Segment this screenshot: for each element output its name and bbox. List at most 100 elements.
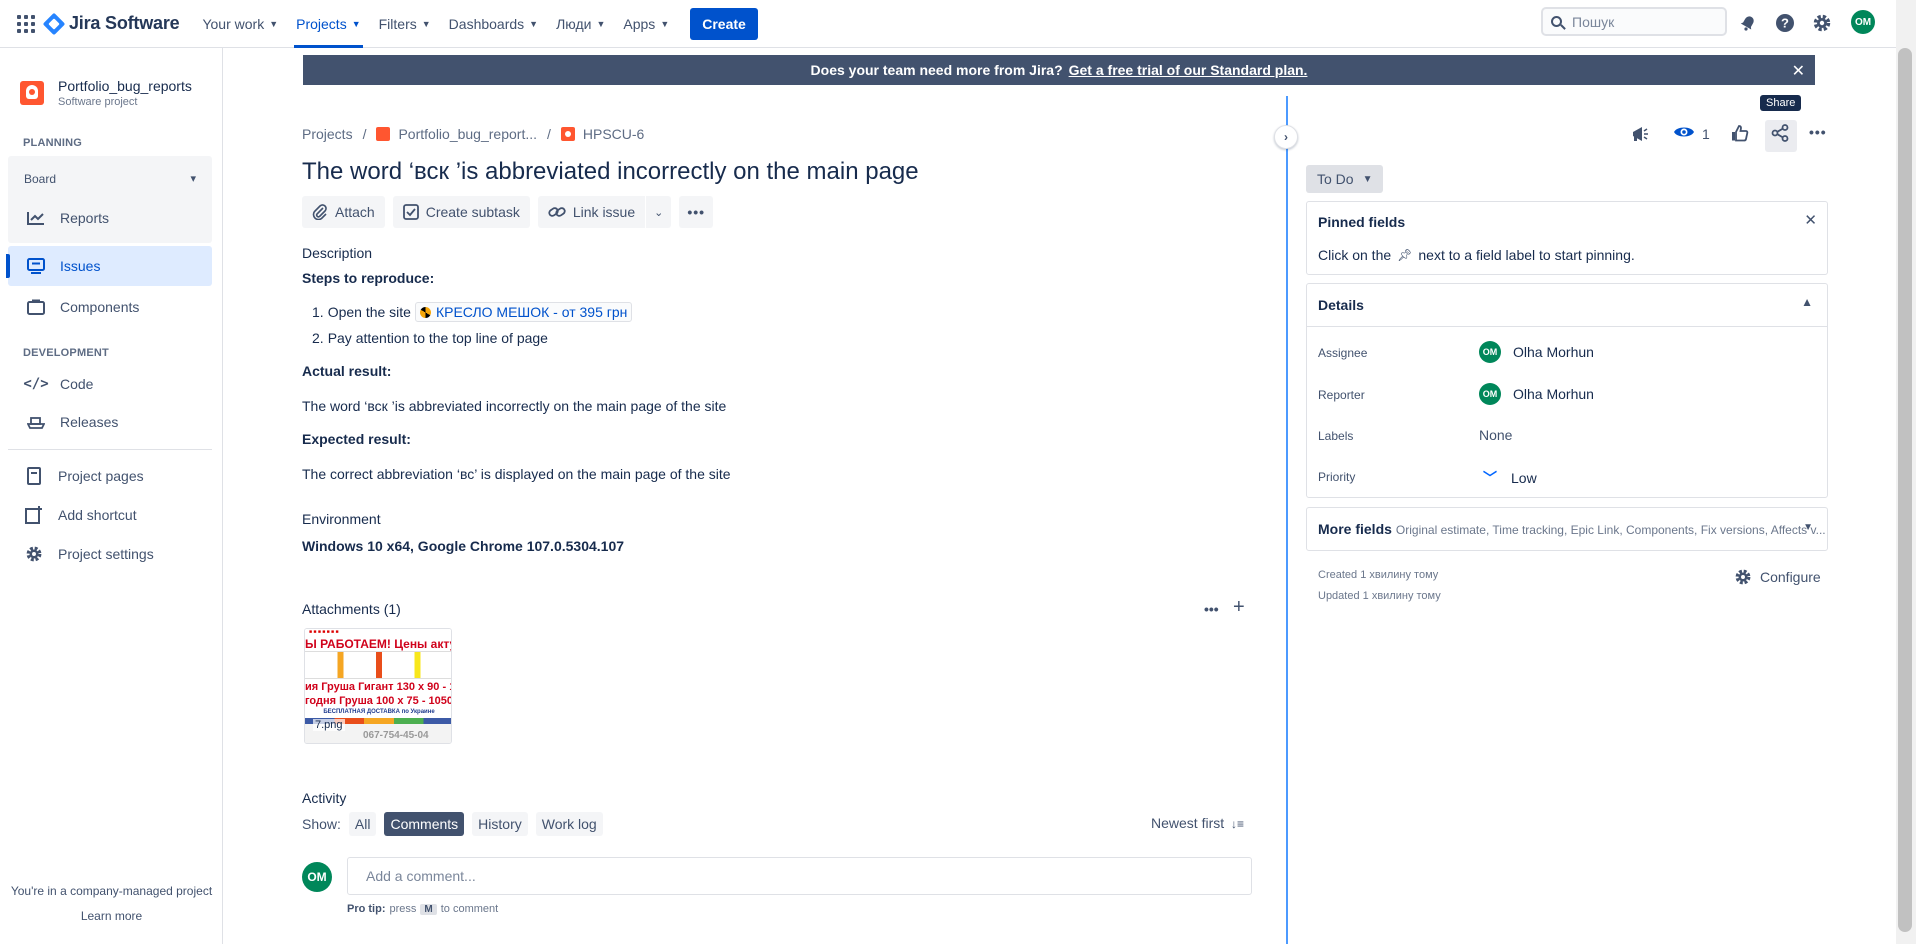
search-input[interactable]: Пошук: [1541, 7, 1727, 36]
issues-icon: [26, 256, 46, 276]
filter-work-log[interactable]: Work log: [535, 812, 603, 836]
nav-dashboards[interactable]: Dashboards ▼: [440, 0, 547, 48]
create-subtask-button[interactable]: Create subtask: [392, 196, 530, 228]
nav-your-work[interactable]: Your work ▼: [193, 0, 287, 48]
code-icon: </>: [23, 376, 49, 392]
nav-apps[interactable]: Apps ▼: [614, 0, 678, 48]
upgrade-banner: Does your team need more from Jira? Get …: [303, 55, 1815, 85]
more-actions-button[interactable]: •••: [679, 196, 714, 228]
scrollbar-thumb[interactable]: [1898, 48, 1912, 932]
sidebar-item-components[interactable]: Components: [8, 287, 212, 327]
settings-gear-icon[interactable]: [1810, 11, 1834, 35]
sidebar-item-issues[interactable]: Issues: [6, 246, 212, 286]
ship-icon: [26, 412, 46, 432]
issue-title[interactable]: The word ‘вск ’is abbreviated incorrectl…: [302, 158, 919, 186]
reporter-label: Reporter: [1318, 388, 1365, 402]
close-icon[interactable]: ✕: [1792, 61, 1805, 81]
project-type: Software project: [58, 96, 138, 108]
link-issue-button[interactable]: Link issue: [537, 196, 646, 228]
add-shortcut-icon: [24, 505, 44, 525]
banner-trial-link[interactable]: Get a free trial of our Standard plan.: [1069, 62, 1308, 78]
share-icon[interactable]: [1771, 124, 1789, 142]
sidebar-item-project-settings[interactable]: Project settings: [8, 534, 212, 574]
reporter-value[interactable]: OM Olha Morhun: [1479, 383, 1594, 405]
chevron-down-icon: ▼: [529, 18, 539, 29]
chevron-up-icon: ▲: [1801, 295, 1813, 309]
attachments-more-icon[interactable]: •••: [1204, 601, 1219, 617]
close-icon[interactable]: ✕: [1804, 211, 1817, 229]
details-header[interactable]: Details ▲: [1307, 284, 1827, 327]
user-avatar[interactable]: OM: [1851, 10, 1875, 34]
created-timestamp: Created 1 хвилину тому: [1318, 569, 1439, 581]
comment-input[interactable]: Add a comment...: [347, 857, 1252, 895]
nav-people[interactable]: Люди ▼: [547, 0, 614, 48]
step-1: 1. Open the site КРЕСЛО МЕШОК - от 395 г…: [312, 302, 633, 322]
thumbs-up-icon[interactable]: [1731, 124, 1749, 142]
labels-value[interactable]: None: [1479, 427, 1512, 443]
description-label: Description: [302, 245, 373, 261]
chevron-down-icon: ▼: [660, 18, 670, 29]
sidebar-item-project-pages[interactable]: Project pages: [8, 456, 212, 496]
attachments-label: Attachments (1): [302, 601, 401, 617]
components-icon: [26, 297, 46, 317]
jira-logo[interactable]: Jira Software: [42, 12, 180, 35]
page-icon: [24, 466, 44, 486]
chevron-down-icon: ▼: [596, 18, 606, 29]
notifications-icon[interactable]: [1736, 11, 1760, 35]
filter-comments[interactable]: Comments: [384, 812, 465, 836]
breadcrumb: Projects / Portfolio_bug_report... / HPS…: [302, 126, 645, 142]
breadcrumb-issue-key[interactable]: HPSCU-6: [583, 126, 644, 142]
chevron-down-icon[interactable]: ▾: [190, 172, 196, 185]
chevron-down-icon: ▼: [351, 18, 361, 29]
breadcrumb-projects[interactable]: Projects: [302, 126, 353, 142]
nav-projects[interactable]: Projects ▼: [287, 0, 370, 48]
filter-history[interactable]: History: [472, 812, 528, 836]
bug-icon: [560, 127, 575, 141]
sidebar-item-releases[interactable]: Releases: [8, 402, 212, 442]
more-fields-panel[interactable]: More fields Original estimate, Time trac…: [1306, 507, 1828, 551]
collapse-panel-button[interactable]: ›: [1274, 125, 1298, 149]
sidebar-divider: [8, 449, 212, 450]
create-button[interactable]: Create: [690, 7, 758, 40]
breadcrumb-project[interactable]: Portfolio_bug_report...: [398, 126, 537, 142]
actual-result-text: The word ‘вск ’is abbreviated incorrectl…: [302, 398, 727, 414]
help-icon[interactable]: ?: [1773, 11, 1797, 35]
nav-filters[interactable]: Filters ▼: [370, 0, 440, 48]
keyboard-key: M: [420, 903, 437, 915]
search-placeholder: Пошук: [1572, 13, 1615, 30]
sidebar-item-code[interactable]: </> Code: [8, 364, 212, 404]
panel-resize-handle[interactable]: [1286, 96, 1288, 944]
brand-name: Jira Software: [69, 13, 180, 33]
learn-more-link[interactable]: Learn more: [0, 909, 223, 923]
attachment-thumbnail[interactable]: ■ ■ ■ ■ ■ ■ ■ Ы РАБОТАЕМ! Цены актуальны…: [304, 628, 452, 744]
link-issue-dropdown[interactable]: ⌄: [646, 196, 672, 228]
status-dropdown[interactable]: To Do ▼: [1306, 165, 1384, 193]
assignee-value[interactable]: OM Olha Morhun: [1479, 341, 1594, 363]
more-dots-icon[interactable]: •••: [1809, 124, 1827, 140]
sidebar-item-reports[interactable]: Reports: [8, 198, 212, 238]
svg-text:?: ?: [1781, 16, 1789, 31]
step-2: 2. Pay attention to the top line of page: [312, 330, 548, 346]
environment-value[interactable]: Windows 10 x64, Google Chrome 107.0.5304…: [302, 538, 624, 554]
attach-button[interactable]: Attach: [302, 196, 385, 228]
add-attachment-icon[interactable]: +: [1233, 596, 1245, 619]
planning-section-label: PLANNING: [23, 137, 83, 149]
expected-result-text: The correct abbreviation ‘вс’ is display…: [302, 466, 731, 482]
priority-low-icon: ﹀: [1483, 470, 1497, 486]
development-section-label: DEVELOPMENT: [23, 347, 109, 359]
user-avatar: OM: [1479, 383, 1501, 405]
board-selector[interactable]: Board: [24, 172, 56, 186]
feedback-megaphone-icon[interactable]: [1630, 124, 1650, 144]
share-tooltip: Share: [1760, 95, 1802, 111]
site-smart-link[interactable]: КРЕСЛО МЕШОК - от 395 грн: [414, 302, 633, 322]
attachment-filename: 7.png: [313, 719, 345, 731]
sort-newest-first[interactable]: Newest first ↓≡: [1151, 815, 1244, 831]
user-avatar: OM: [1479, 341, 1501, 363]
app-switcher-icon[interactable]: [10, 8, 42, 40]
filter-all[interactable]: All: [348, 812, 377, 836]
sidebar-item-add-shortcut[interactable]: Add shortcut: [8, 495, 212, 535]
project-header[interactable]: Portfolio_bug_reports Software project: [20, 78, 192, 108]
watchers-button[interactable]: 1: [1673, 124, 1710, 143]
priority-value[interactable]: ﹀ Low: [1479, 468, 1537, 488]
configure-button[interactable]: Configure: [1734, 568, 1821, 586]
